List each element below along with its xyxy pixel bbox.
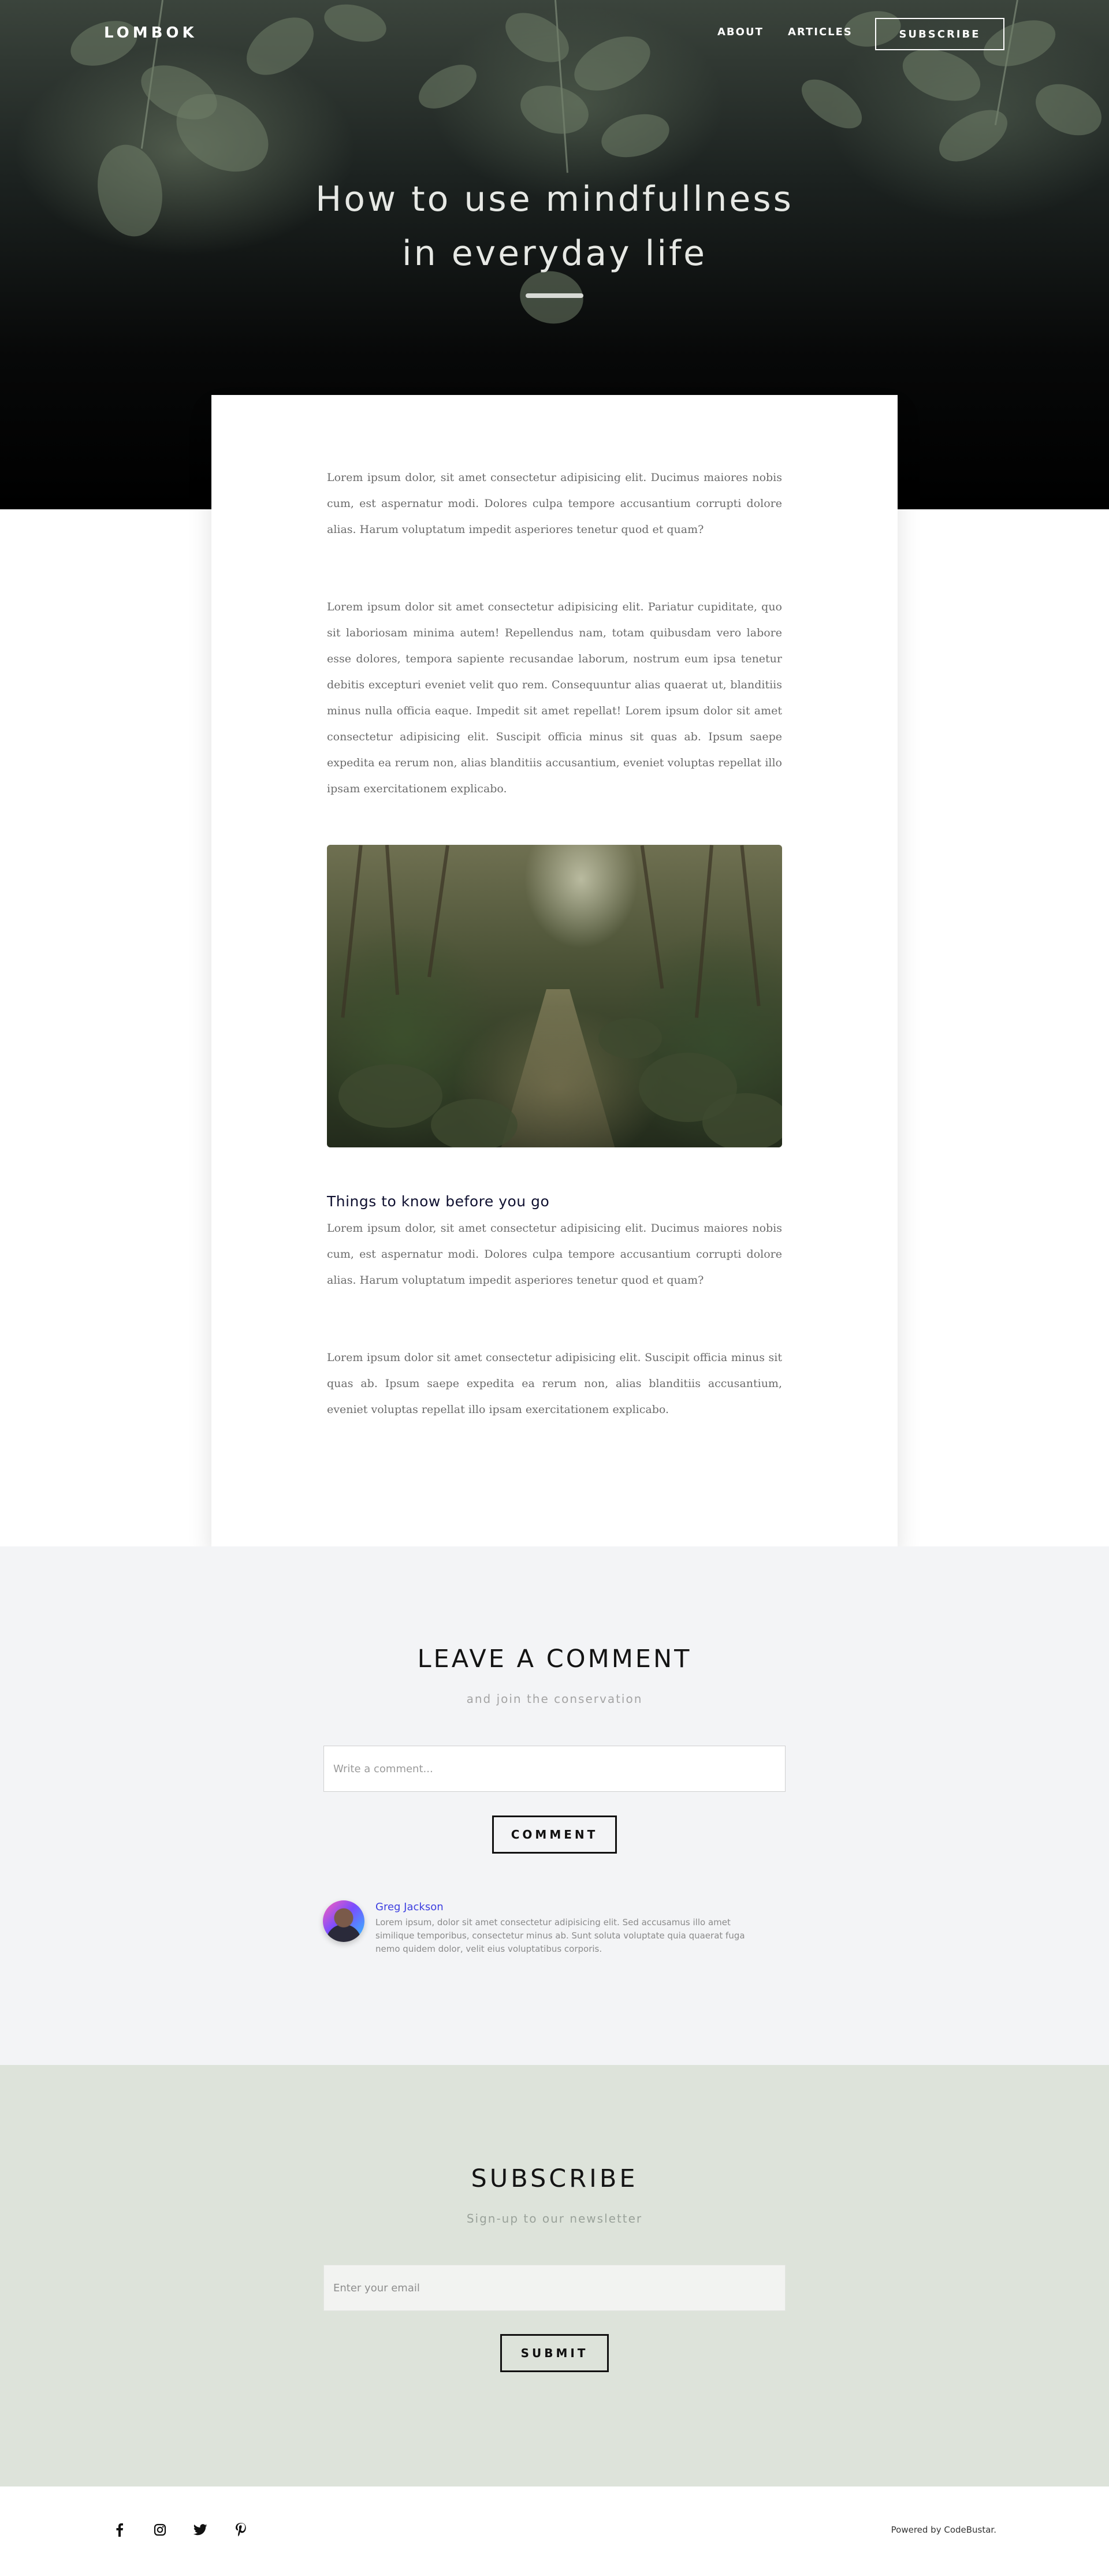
hero-title: How to use mindfullness in everyday life [266,172,843,281]
nav-link-articles[interactable]: ARTICLES [788,26,853,38]
hero-title-line-1: How to use mindfullness [315,179,794,219]
twitter-icon[interactable] [192,2521,209,2538]
hero-divider [526,293,583,298]
image-rock [338,1064,442,1128]
nav-subscribe-button[interactable]: SUBSCRIBE [875,18,1004,50]
article-paragraph-1: Lorem ipsum dolor, sit amet consectetur … [327,471,782,536]
comments-title: LEAVE A COMMENT [417,1645,692,1673]
hero-title-line-2: in everyday life [401,233,708,274]
pinterest-icon[interactable] [232,2521,250,2538]
foliage-leaf [1027,74,1109,146]
comment-button[interactable]: COMMENT [492,1815,617,1854]
subscribe-title: SUBSCRIBE [471,2164,638,2193]
submit-button[interactable]: SUBMIT [500,2334,609,2372]
image-tree [694,845,714,1018]
image-rock [702,1093,782,1147]
comment-input[interactable] [323,1746,786,1792]
foliage-leaf [90,139,170,242]
article-paragraph-4: Lorem ipsum dolor sit amet consectetur a… [327,1351,782,1416]
image-tree [427,845,449,978]
powered-by-text: Powered by CodeBustar. [891,2525,996,2535]
foliage-leaf [596,107,675,165]
image-tree [341,845,363,1018]
image-rock [598,1018,662,1058]
image-tree [385,845,400,995]
foliage-leaf [793,70,870,138]
image-rock [431,1099,518,1147]
image-path [500,989,616,1147]
avatar [323,1900,364,1942]
image-tree [740,845,761,1006]
nav-link-about[interactable]: ABOUT [717,26,764,38]
comment-author[interactable]: Greg Jackson [375,1901,444,1913]
subscribe-subtitle: Sign-up to our newsletter [466,2212,643,2225]
forest-path-image [327,845,782,1147]
instagram-icon[interactable] [151,2521,169,2538]
facebook-icon[interactable] [111,2521,128,2538]
site-logo[interactable]: LOMBOK [104,24,198,42]
top-nav: LOMBOK ABOUT ARTICLES SUBSCRIBE [0,0,1109,67]
email-input[interactable] [323,2265,786,2311]
comment-text: Lorem ipsum, dolor sit amet consectetur … [375,1917,745,1954]
article-paragraph-2: Lorem ipsum dolor sit amet consectetur a… [327,601,782,795]
article-paragraph-3: Lorem ipsum dolor, sit amet consectetur … [327,1222,782,1287]
foliage-leaf [931,99,1016,172]
comments-subtitle: and join the conservation [466,1692,643,1706]
image-tree [640,845,664,989]
foliage-leaf [515,78,594,141]
article-section-heading: Things to know before you go [327,1193,550,1210]
comments-section [0,1546,1109,2065]
